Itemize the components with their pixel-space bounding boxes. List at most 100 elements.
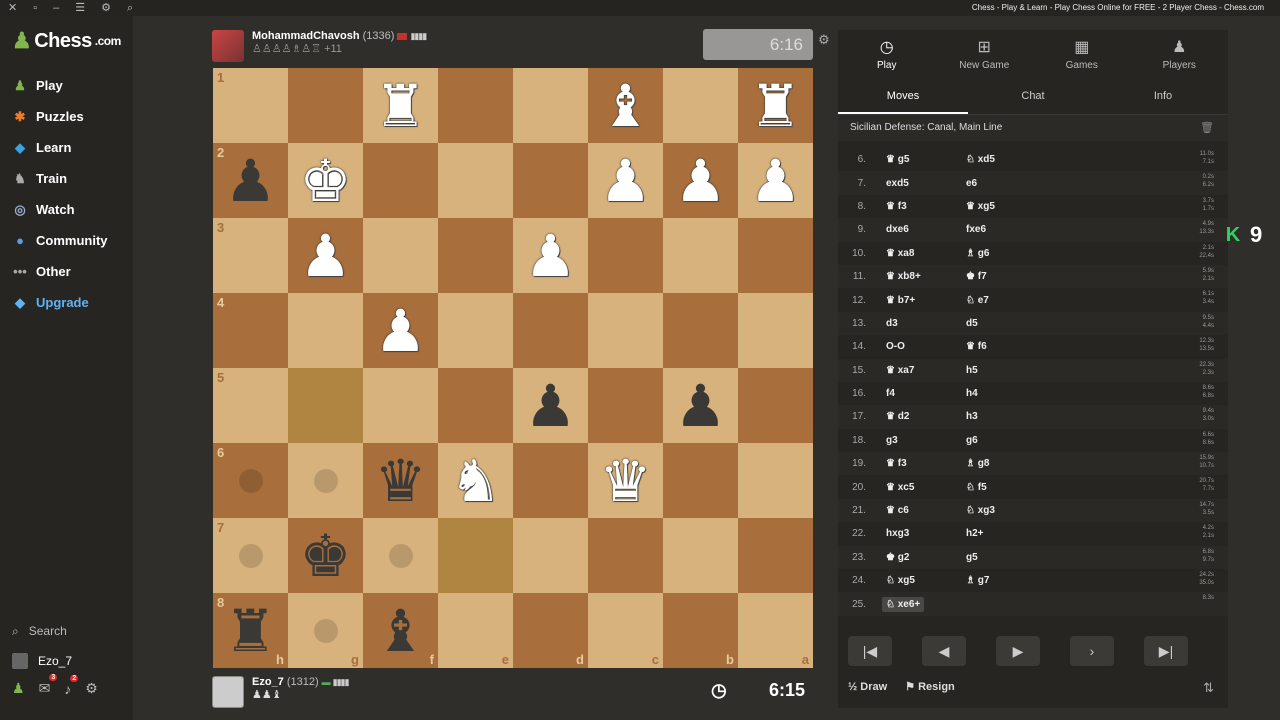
square-a3[interactable]	[738, 218, 813, 293]
black-move[interactable]: ♘ xd5	[966, 154, 1046, 165]
nav-train[interactable]: ♞ Train	[12, 163, 132, 194]
square-b1[interactable]	[663, 68, 738, 143]
black-move[interactable]: ♚ f7	[966, 271, 1046, 282]
restore-icon[interactable]: ▫	[33, 2, 37, 14]
square-d8[interactable]: d	[513, 593, 588, 668]
square-b5[interactable]: ♟	[663, 368, 738, 443]
white-move[interactable]: ♘ xe6+	[882, 596, 925, 612]
white-pawn-icon[interactable]: ♟	[675, 152, 727, 210]
black-rook-icon[interactable]: ♜	[225, 602, 277, 660]
nav-play[interactable]: ♟ Play	[12, 70, 132, 101]
black-pawn-icon[interactable]: ♟	[675, 377, 727, 435]
black-move[interactable]: ♘ e7	[966, 295, 1046, 306]
square-h1[interactable]: 1	[213, 68, 288, 143]
white-move[interactable]: ♚ g2	[874, 552, 966, 563]
square-c7[interactable]	[588, 518, 663, 593]
subtab-chat[interactable]: Chat	[968, 78, 1098, 114]
square-c3[interactable]	[588, 218, 663, 293]
white-king-icon[interactable]: ♚	[300, 152, 352, 210]
square-f8[interactable]: f ♝	[363, 593, 438, 668]
nav-puzzles[interactable]: ✱ Puzzles	[12, 101, 132, 132]
square-g1[interactable]	[288, 68, 363, 143]
white-move[interactable]: ♛ xa8	[874, 248, 966, 259]
black-move[interactable]: ♘ xg3	[966, 505, 1046, 516]
square-e7[interactable]	[438, 518, 513, 593]
prev-move-button[interactable]: ◀	[922, 636, 966, 666]
opponent-avatar[interactable]	[212, 30, 244, 62]
black-move[interactable]: h4	[966, 388, 1046, 399]
player-name[interactable]: Ezo_7	[252, 676, 284, 688]
white-move[interactable]: ♛ xb8+	[874, 271, 966, 282]
zoom-icon[interactable]: ⌕	[127, 2, 133, 14]
square-d1[interactable]	[513, 68, 588, 143]
extensions-icon[interactable]: ⚙	[101, 2, 111, 14]
move-hint-dot[interactable]	[313, 618, 338, 643]
square-h5[interactable]: 5	[213, 368, 288, 443]
black-pawn-icon[interactable]: ♟	[225, 152, 277, 210]
black-move[interactable]: h3	[966, 411, 1046, 422]
tab-new-game[interactable]: ⊞ New Game	[936, 30, 1034, 78]
white-move[interactable]: exd5	[874, 178, 966, 189]
square-c2[interactable]: ♟	[588, 143, 663, 218]
square-a6[interactable]	[738, 443, 813, 518]
square-d6[interactable]	[513, 443, 588, 518]
square-f1[interactable]: ♜	[363, 68, 438, 143]
subtab-info[interactable]: Info	[1098, 78, 1228, 114]
white-move[interactable]: ♛ d2	[874, 411, 966, 422]
search-button[interactable]: ⌕ Search	[12, 616, 127, 646]
black-move[interactable]: h2+	[966, 528, 1046, 539]
square-h7[interactable]: 7	[213, 518, 288, 593]
white-move[interactable]: dxe6	[874, 224, 966, 235]
square-g5[interactable]	[288, 368, 363, 443]
square-f4[interactable]: ♟	[363, 293, 438, 368]
move-hint-dot[interactable]	[388, 543, 413, 568]
white-pawn-icon[interactable]: ♟	[600, 152, 652, 210]
square-d5[interactable]: ♟	[513, 368, 588, 443]
square-b2[interactable]: ♟	[663, 143, 738, 218]
square-b3[interactable]	[663, 218, 738, 293]
bell-icon[interactable]: ♪ 2	[64, 674, 79, 697]
white-move[interactable]: ♛ xc5	[874, 482, 966, 493]
white-move[interactable]: ♛ g5	[874, 154, 966, 165]
square-e3[interactable]	[438, 218, 513, 293]
square-h8[interactable]: 8 h ♜	[213, 593, 288, 668]
move-hint-dot[interactable]	[313, 468, 338, 493]
square-f2[interactable]	[363, 143, 438, 218]
white-move[interactable]: ♛ b7+	[874, 295, 966, 306]
white-pawn-icon[interactable]: ♟	[750, 152, 802, 210]
flip-board-icon[interactable]: ⇅	[1203, 680, 1214, 696]
settings-icon[interactable]: ⚙	[85, 680, 98, 697]
first-move-button[interactable]: |◀	[848, 636, 892, 666]
square-c5[interactable]	[588, 368, 663, 443]
black-queen-icon[interactable]: ♛	[375, 452, 427, 510]
square-a4[interactable]	[738, 293, 813, 368]
black-move[interactable]: h5	[966, 365, 1046, 376]
square-b8[interactable]: b	[663, 593, 738, 668]
square-f5[interactable]	[363, 368, 438, 443]
square-c8[interactable]: c	[588, 593, 663, 668]
square-b6[interactable]	[663, 443, 738, 518]
white-pawn-icon[interactable]: ♟	[525, 227, 577, 285]
square-g3[interactable]: ♟	[288, 218, 363, 293]
black-move[interactable]: fxe6	[966, 224, 1046, 235]
nav-other[interactable]: ••• Other	[12, 256, 132, 287]
black-move[interactable]: ♛ f6	[966, 341, 1046, 352]
white-queen-icon[interactable]: ♛	[600, 452, 652, 510]
square-a1[interactable]: ♜	[738, 68, 813, 143]
nav-community[interactable]: ● Community	[12, 225, 132, 256]
black-move[interactable]: ♗ g8	[966, 458, 1046, 469]
white-move[interactable]: g3	[874, 435, 966, 446]
white-pawn-icon[interactable]: ♟	[300, 227, 352, 285]
opponent-name[interactable]: MohammadChavosh	[252, 30, 360, 42]
white-rook-icon[interactable]: ♜	[750, 77, 802, 135]
square-a5[interactable]	[738, 368, 813, 443]
square-c1[interactable]: ♝	[588, 68, 663, 143]
white-bishop-icon[interactable]: ♝	[600, 77, 652, 135]
move-hint-dot[interactable]	[238, 543, 263, 568]
white-move[interactable]: O-O	[874, 341, 966, 352]
square-e4[interactable]	[438, 293, 513, 368]
white-knight-icon[interactable]: ♞	[450, 452, 502, 510]
white-move[interactable]: ♛ f3	[874, 201, 966, 212]
square-f6[interactable]: ♛	[363, 443, 438, 518]
nav-learn[interactable]: ◆ Learn	[12, 132, 132, 163]
